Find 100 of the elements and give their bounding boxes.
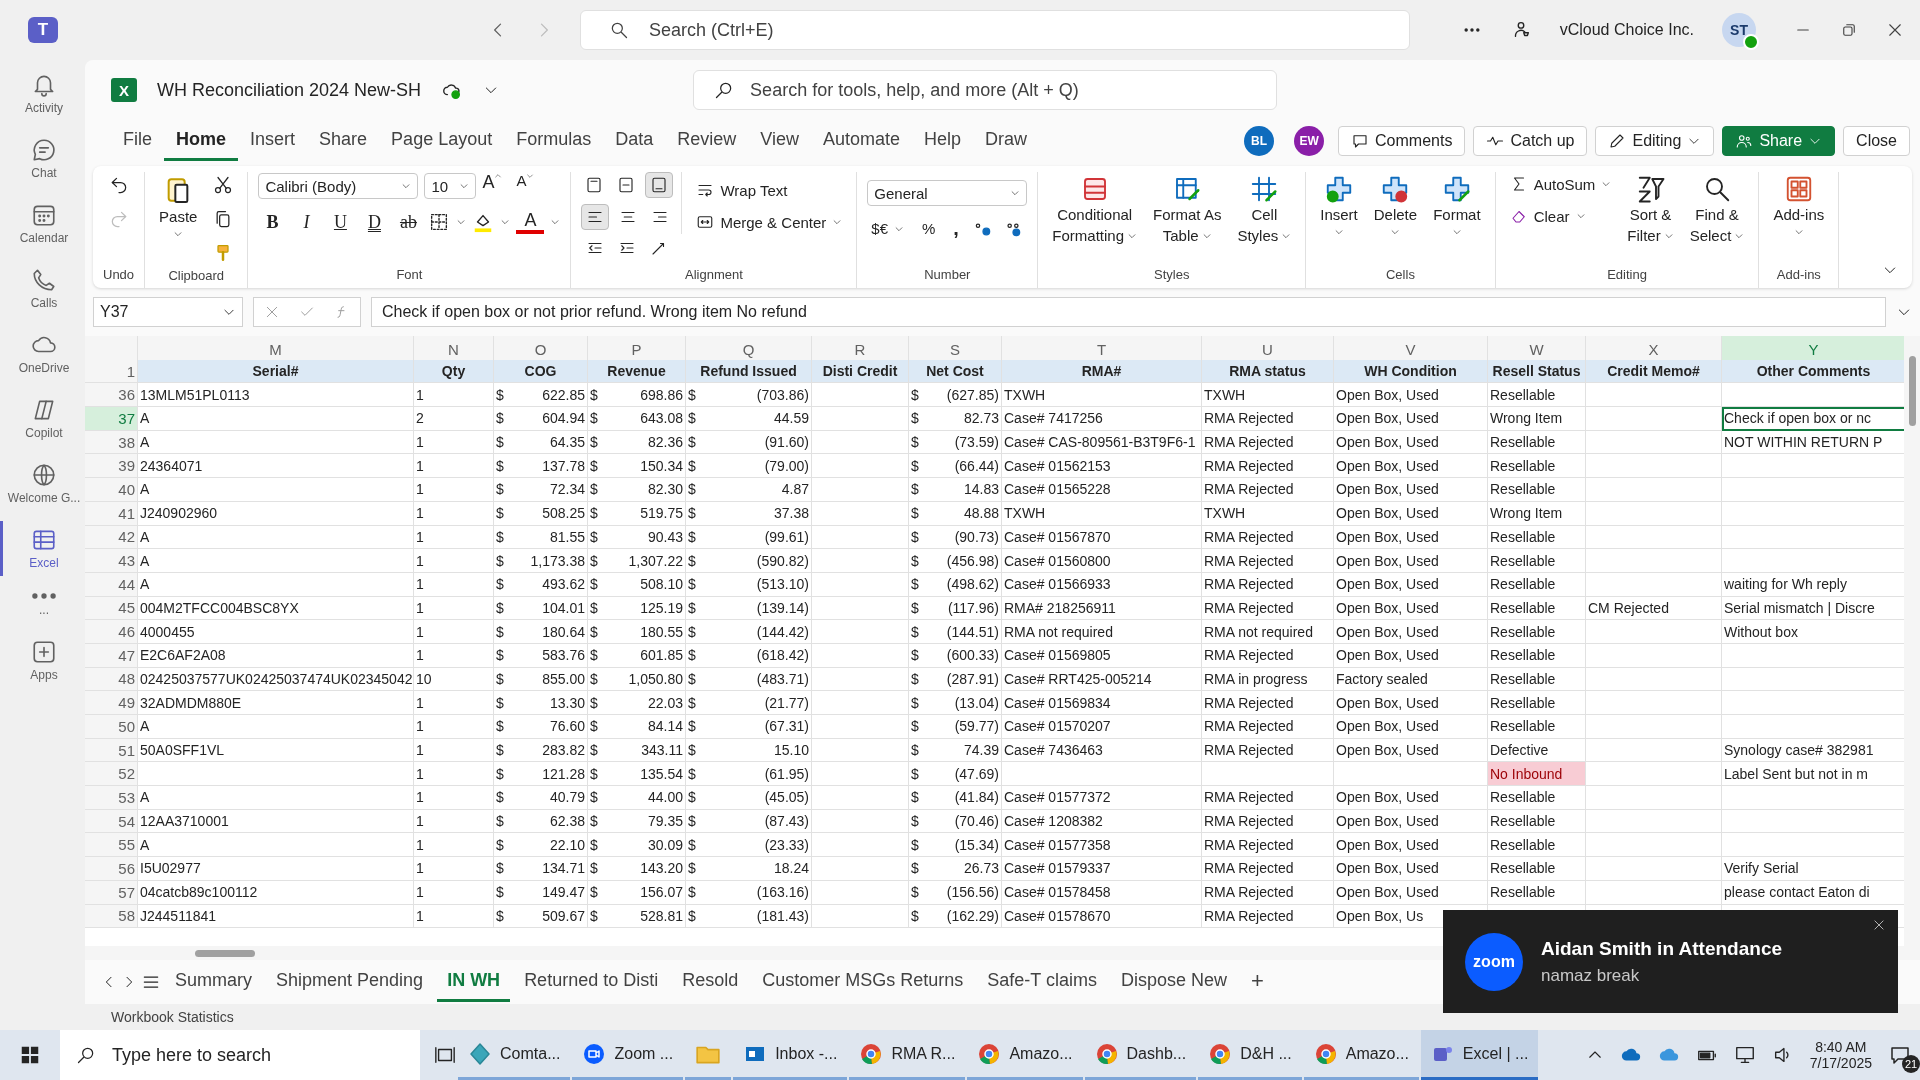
styles-button[interactable]: Cell Styles <box>1233 172 1296 248</box>
row-header[interactable]: 53 <box>85 786 138 810</box>
menu-tab[interactable]: View <box>748 121 811 161</box>
row-header[interactable]: 55 <box>85 833 138 858</box>
sheet-tab[interactable]: Safe-T claims <box>977 962 1107 1002</box>
menu-tab[interactable]: Share <box>307 121 380 161</box>
number-format-dropdown[interactable]: General <box>867 180 1028 206</box>
font-style-button[interactable]: I <box>292 208 321 236</box>
row-header[interactable]: 45 <box>85 596 138 621</box>
font-style-button[interactable]: D <box>360 208 389 236</box>
row-header[interactable]: 52 <box>85 762 138 787</box>
network-icon[interactable] <box>1733 1044 1756 1066</box>
merge-center-button[interactable]: Merge & Center <box>692 210 847 234</box>
sheet-tab[interactable]: Dispose New <box>1111 962 1238 1002</box>
find-select-button[interactable]: Find & Select <box>1685 172 1749 248</box>
cells-button[interactable]: Format <box>1429 172 1485 239</box>
collaborator-avatar[interactable]: BL <box>1244 126 1275 156</box>
menu-tab[interactable]: Help <box>912 121 974 161</box>
notification-toast[interactable]: zoom Aidan Smith in Attendance namaz break <box>1443 910 1898 1013</box>
font-name-dropdown[interactable]: Calibri (Body) <box>258 173 419 199</box>
vertical-align-button[interactable] <box>645 172 674 198</box>
row-header[interactable]: 48 <box>85 667 138 692</box>
rail-item[interactable]: Copilot <box>0 391 85 446</box>
header-button[interactable]: Editing <box>1595 126 1715 156</box>
font-style-button[interactable]: B <box>258 208 287 236</box>
rail-item[interactable]: ... <box>0 586 85 623</box>
row-header[interactable]: 38 <box>85 430 138 455</box>
rail-item[interactable]: Calls <box>0 261 85 316</box>
sheet-tab[interactable]: Resold <box>672 962 749 1002</box>
row-header[interactable]: 58 <box>85 904 138 929</box>
currency-button[interactable]: $€ <box>867 217 908 240</box>
taskbar-app[interactable]: D&H ... <box>1198 1030 1302 1080</box>
row-header[interactable]: 50 <box>85 715 138 739</box>
row-header[interactable]: 49 <box>85 691 138 715</box>
formula-field[interactable]: Check if open box or not prior refund. Wrong item No refund <box>371 297 1886 327</box>
wrap-text-button[interactable]: Wrap Text <box>692 178 792 202</box>
search-input[interactable]: Type here to search <box>110 1029 404 1080</box>
row-header[interactable]: 43 <box>85 549 138 573</box>
clock-date[interactable]: 7/17/2025 <box>1809 1055 1872 1071</box>
menu-tab[interactable]: Formulas <box>504 121 604 161</box>
percent-button[interactable]: % <box>918 217 940 240</box>
menu-tab[interactable]: Draw <box>973 121 1040 161</box>
restore-icon[interactable] <box>1840 21 1858 39</box>
windows-icon[interactable] <box>19 1044 41 1066</box>
sheet-tab[interactable]: Customer MSGs Returns <box>752 962 974 1002</box>
rail-item[interactable]: OneDrive <box>0 326 85 381</box>
row-header[interactable]: 47 <box>85 643 138 668</box>
clock-time[interactable]: 8:40 AM <box>1815 1039 1867 1055</box>
rail-item[interactable]: Welcome G... <box>0 456 85 511</box>
collaborator-avatar[interactable]: EW <box>1294 126 1325 156</box>
sheet-tab[interactable]: Shipment Pending <box>266 962 434 1002</box>
row-header[interactable]: 40 <box>85 478 138 502</box>
rail-item[interactable]: Chat <box>0 131 85 186</box>
taskbar-app[interactable]: Inbox -... <box>733 1030 848 1080</box>
header-button[interactable]: Share <box>1722 126 1836 156</box>
rail-item[interactable]: Apps <box>0 633 85 688</box>
horizontal-align-button[interactable] <box>581 204 610 230</box>
menu-tab[interactable]: Page Layout <box>379 121 505 161</box>
add-ins-button[interactable]: Add-ins <box>1769 172 1829 239</box>
close-icon[interactable] <box>1886 21 1904 39</box>
taskbar-search-field[interactable]: Type here to search <box>60 1030 420 1080</box>
menu-tab[interactable]: Review <box>665 121 749 161</box>
taskbar-app[interactable]: Amazo... <box>967 1030 1083 1080</box>
sort-filter-button[interactable]: Sort & Filter <box>1623 172 1678 248</box>
font-size-dropdown[interactable]: 10 <box>424 173 477 199</box>
clear-button[interactable]: Clear <box>1505 204 1590 228</box>
styles-button[interactable]: Conditional Formatting <box>1048 172 1142 248</box>
name-box[interactable]: Y37 <box>93 297 243 327</box>
close-icon[interactable] <box>1872 918 1886 932</box>
row-header[interactable]: 51 <box>85 738 138 763</box>
autosum-button[interactable]: AutoSum <box>1505 172 1616 196</box>
taskbar-app[interactable]: Dashb... <box>1084 1030 1197 1080</box>
row-header[interactable]: 46 <box>85 620 138 644</box>
taskbar-app[interactable]: RMA R... <box>849 1030 966 1080</box>
user-avatar[interactable]: ST <box>1722 13 1756 47</box>
rail-item[interactable]: Calendar <box>0 196 85 251</box>
row-header[interactable]: 57 <box>85 880 138 905</box>
taskbar-app[interactable]: Amazo... <box>1303 1030 1419 1080</box>
header-button[interactable]: Comments <box>1338 126 1466 156</box>
document-title[interactable]: WH Reconciliation 2024 New-SH <box>157 79 422 101</box>
styles-button[interactable]: Format As Table <box>1149 172 1226 248</box>
rail-item[interactable]: Activity <box>0 66 85 121</box>
row-header[interactable]: 44 <box>85 572 138 597</box>
menu-tab[interactable]: Automate <box>811 121 913 161</box>
row-header[interactable]: 39 <box>85 454 138 479</box>
sheet-tab[interactable]: Returned to Disti <box>514 962 669 1002</box>
cells-button[interactable]: Insert <box>1316 172 1362 239</box>
row-header[interactable]: 36 <box>85 383 138 408</box>
row-header[interactable]: 41 <box>85 501 138 526</box>
taskbar-app[interactable]: Comta... <box>458 1030 571 1080</box>
taskbar-app[interactable]: Zoom ... <box>572 1030 684 1080</box>
row-header[interactable]: 54 <box>85 809 138 834</box>
header-button[interactable]: Catch up <box>1473 126 1588 156</box>
comma-button[interactable]: , <box>949 214 963 243</box>
grow-font-button[interactable]: A <box>482 172 511 200</box>
menu-tab[interactable]: Data <box>603 121 666 161</box>
menu-tab[interactable]: File <box>111 121 164 161</box>
menu-tab[interactable]: Home <box>164 121 239 161</box>
font-style-button[interactable]: U <box>326 208 355 236</box>
header-button[interactable]: Close <box>1843 126 1910 156</box>
